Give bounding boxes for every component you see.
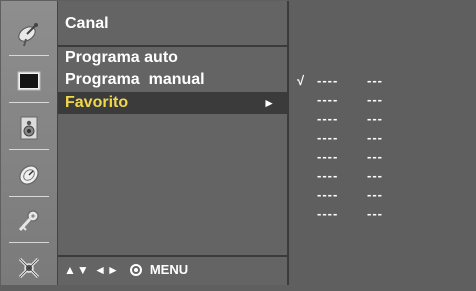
submenu-arrow-icon: ► [263,96,275,110]
footer-divider [58,255,287,257]
ok-button-icon [129,263,142,276]
favorite-row[interactable]: ---- --- [289,90,475,110]
favorite-name: --- [367,206,383,221]
navigation-arrows-icon: ▲▼ ◄► [64,262,120,277]
menu-item-label: Programa manual [65,71,205,88]
favorite-row[interactable]: ---- --- [289,147,475,167]
favorite-number: ---- [317,92,339,107]
icon-divider [9,55,49,56]
icon-divider [9,196,49,197]
speaker-icon[interactable] [1,105,57,151]
favorite-number: ---- [317,168,339,183]
menu-item-programa-manual[interactable]: Programa manual [58,69,287,91]
favorite-name: --- [367,149,383,164]
favorite-row[interactable]: √ ---- --- [289,71,475,91]
menu-item-programa-auto[interactable]: Programa auto [58,47,287,69]
favorite-name: --- [367,92,383,107]
icon-divider [9,149,49,150]
navigation-hint: ▲▼ ◄► MENU [64,262,188,277]
favorite-number: ---- [317,111,339,126]
menu-item-label: Programa auto [65,49,178,66]
favorite-row[interactable]: ---- --- [289,185,475,205]
favorite-name: --- [367,111,383,126]
favorite-number: ---- [317,73,339,88]
checkmark-icon: √ [297,73,305,88]
favorite-name: --- [367,73,383,88]
channel-menu-panel: Canal Programa auto Programa manual Favo… [58,1,289,285]
favorite-number: ---- [317,187,339,202]
favorite-row[interactable]: ---- --- [289,109,475,129]
picture-icon[interactable] [1,58,57,104]
clock-icon[interactable] [1,152,57,198]
key-icon[interactable] [1,198,57,244]
favorite-row[interactable]: ---- --- [289,128,475,148]
menu-item-label: Favorito [65,94,129,111]
icon-divider [9,102,49,103]
favorite-number: ---- [317,206,339,221]
favorite-number: ---- [317,149,339,164]
favorite-row[interactable]: ---- --- [289,204,475,224]
favorite-number: ---- [317,130,339,145]
favorite-row[interactable]: ---- --- [289,166,475,186]
icon-divider [9,242,49,243]
satellite-dish-icon[interactable] [1,11,57,57]
favorites-list-panel: √ ---- --- ---- --- ---- --- ---- --- --… [289,1,475,285]
menu-title: Canal [65,15,109,32]
favorite-name: --- [367,168,383,183]
menu-label: MENU [149,262,189,277]
favorite-name: --- [367,130,383,145]
category-sidebar [1,1,58,285]
favorite-name: --- [367,187,383,202]
menu-item-favorito[interactable]: Favorito ► [58,92,287,114]
settings-icon[interactable] [1,245,57,291]
tv-osd-screen: Canal Programa auto Programa manual Favo… [0,0,476,286]
